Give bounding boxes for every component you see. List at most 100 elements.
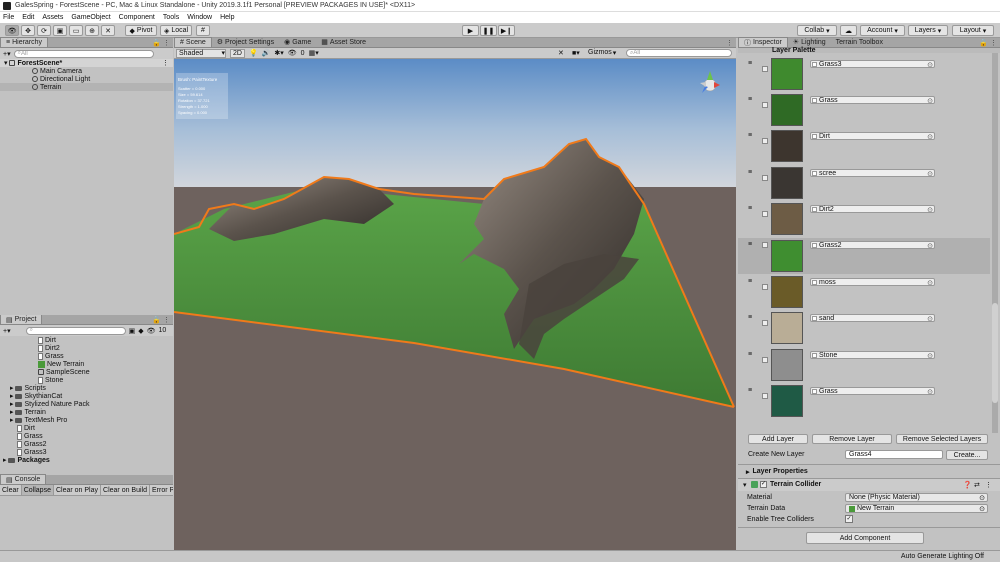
drag-handle-icon[interactable]: ≡ (748, 205, 752, 212)
tab-scene[interactable]: # Scene (174, 37, 212, 47)
layer-field[interactable]: Grass ⊙ (810, 96, 935, 105)
tree-colliders-checkbox[interactable]: ✓ (845, 515, 853, 523)
tools-icon[interactable]: ✕ (558, 49, 564, 57)
folder-row[interactable]: ▸ SkythianCat (10, 392, 173, 401)
hierarchy-search-input[interactable]: ⌕ All (13, 49, 154, 58)
camera-icon[interactable]: ■▾ (572, 49, 580, 57)
preset-icon[interactable]: ⇄ (974, 481, 980, 489)
visibility-icon[interactable]: 👁 (288, 49, 297, 57)
tab-project-settings[interactable]: ⚙ Project Settings (212, 37, 279, 47)
tab-game[interactable]: ◉ Game (279, 37, 316, 47)
layer-checkbox[interactable] (762, 211, 768, 217)
grid-snap-icon[interactable]: # (196, 25, 210, 36)
folder-row[interactable]: ▸ Stylized Nature Pack (10, 400, 173, 409)
material-field[interactable]: None (Physic Material) ⊙ (845, 493, 988, 502)
object-picker-icon[interactable]: ⊙ (927, 133, 933, 141)
terrain-collider-header[interactable]: ▾ ✓ Terrain Collider ❓ ⇄ ⋮ (738, 479, 1000, 491)
layer-field[interactable]: Dirt2 ⊙ (810, 205, 935, 214)
layout-dropdown[interactable]: Layout ▾ (952, 25, 994, 36)
list-item[interactable]: Grass (17, 432, 173, 440)
folder-row[interactable]: ▸ TextMesh Pro (10, 416, 173, 425)
remove-selected-layers-button[interactable]: Remove Selected Layers (896, 434, 988, 444)
layer-checkbox[interactable] (762, 102, 768, 108)
list-item[interactable]: Grass3 (17, 448, 173, 456)
layer-checkbox[interactable] (762, 393, 768, 399)
layer-field[interactable]: Dirt ⊙ (810, 132, 935, 141)
layer-row-dirt[interactable]: ≡ Dirt ⊙ (748, 130, 988, 168)
list-item[interactable]: Stone (38, 376, 173, 384)
rotate-tool-icon[interactable]: ⟳ (37, 25, 51, 36)
create-icon[interactable]: +▾ (3, 327, 11, 335)
drag-handle-icon[interactable]: ≡ (748, 314, 752, 321)
list-item[interactable]: Directional Light (0, 75, 173, 83)
layer-field[interactable]: Grass ⊙ (810, 387, 935, 396)
audio-icon[interactable]: 🔊 (262, 49, 271, 57)
panel-menu-icon[interactable]: 🔒 ⋮ (152, 39, 170, 47)
remove-layer-button[interactable]: Remove Layer (812, 434, 892, 444)
custom-tool-icon[interactable]: ✕ (101, 25, 115, 36)
menu-help[interactable]: Help (220, 14, 234, 21)
layer-row-stone[interactable]: ≡ Stone ⊙ (748, 349, 988, 387)
list-item[interactable]: Dirt2 (38, 344, 173, 352)
collab-dropdown[interactable]: Collab ▾ (797, 25, 837, 36)
2d-toggle[interactable]: 2D (230, 48, 245, 58)
layer-field[interactable]: sand ⊙ (810, 314, 935, 323)
menu-file[interactable]: File (3, 14, 14, 21)
layer-checkbox[interactable] (762, 284, 768, 290)
layer-field[interactable]: scree ⊙ (810, 169, 935, 178)
tab-inspector[interactable]: ⓘ Inspector (738, 37, 788, 47)
tab-terrain-toolbox[interactable]: Terrain Toolbox (831, 37, 888, 47)
object-picker-icon[interactable]: ⊙ (927, 97, 933, 105)
local-toggle[interactable]: ◈ Local (160, 25, 192, 36)
drag-handle-icon[interactable]: ≡ (748, 169, 752, 176)
gizmos-dropdown[interactable]: Gizmos ▾ (588, 49, 616, 57)
drag-handle-icon[interactable]: ≡ (748, 278, 752, 285)
object-picker-icon[interactable]: ⊙ (927, 388, 933, 396)
scene-viewport[interactable]: Brush: PaintTexture Scatter = 0.000 Size… (174, 59, 736, 550)
layer-checkbox[interactable] (762, 320, 768, 326)
inspector-scrollbar[interactable] (992, 53, 998, 433)
effects-icon[interactable]: ✱▾ (274, 49, 283, 57)
drag-handle-icon[interactable]: ≡ (748, 96, 752, 103)
layer-row-moss[interactable]: ≡ moss ⊙ (748, 276, 988, 314)
list-item[interactable]: Grass2 (17, 440, 173, 448)
layer-row-grass3[interactable]: ≡ Grass3 ⊙ (748, 58, 988, 96)
list-item[interactable]: New Terrain (38, 360, 173, 368)
layer-row-grass[interactable]: ≡ Grass ⊙ (748, 94, 988, 132)
clear-button[interactable]: Clear (0, 485, 22, 495)
object-picker-icon[interactable]: ⊙ (927, 279, 933, 287)
drag-handle-icon[interactable]: ≡ (748, 351, 752, 358)
cloud-button[interactable]: ☁ (840, 25, 857, 36)
scrollbar-thumb[interactable] (992, 303, 998, 403)
layer-row-dirt2[interactable]: ≡ Dirt2 ⊙ (748, 203, 988, 241)
object-picker-icon[interactable]: ⊙ (979, 494, 985, 502)
project-search-input[interactable]: ⌕ (25, 326, 126, 335)
layer-row-sand[interactable]: ≡ sand ⊙ (748, 312, 988, 350)
pivot-toggle[interactable]: ◆ Pivot (125, 25, 157, 36)
folder-row[interactable]: ▸ Terrain (10, 408, 173, 417)
object-picker-icon[interactable]: ⊙ (927, 206, 933, 214)
clear-on-play-button[interactable]: Clear on Play (54, 485, 102, 495)
help-icon[interactable]: ❓ (963, 481, 972, 489)
step-button[interactable]: ▶❙ (498, 25, 515, 36)
move-tool-icon[interactable]: ✥ (21, 25, 35, 36)
rect-tool-icon[interactable]: ▭ (69, 25, 83, 36)
eye-icon[interactable]: 👁 (147, 327, 156, 335)
grid-icon[interactable]: ▦▾ (309, 49, 319, 57)
list-item[interactable]: Dirt (38, 336, 173, 344)
collapse-button[interactable]: Collapse (21, 485, 54, 495)
list-item[interactable]: SampleScene (38, 368, 173, 376)
component-menu-icon[interactable]: ⋮ (985, 481, 992, 489)
play-button[interactable]: ▶ (462, 25, 479, 36)
create-icon[interactable]: +▾ (3, 50, 11, 58)
tab-asset-store[interactable]: ▦ Asset Store (316, 37, 371, 47)
menu-assets[interactable]: Assets (42, 14, 63, 21)
new-layer-name-input[interactable]: Grass4 (845, 450, 943, 459)
tab-lighting[interactable]: ☀ Lighting (788, 37, 831, 47)
layer-checkbox[interactable] (762, 242, 768, 248)
object-picker-icon[interactable]: ⊙ (927, 170, 933, 178)
layer-row-scree[interactable]: ≡ scree ⊙ (748, 167, 988, 205)
list-item[interactable]: Main Camera (0, 67, 173, 75)
layer-field[interactable]: Grass2 ⊙ (810, 241, 935, 250)
lighting-icon[interactable]: 💡 (249, 49, 258, 57)
